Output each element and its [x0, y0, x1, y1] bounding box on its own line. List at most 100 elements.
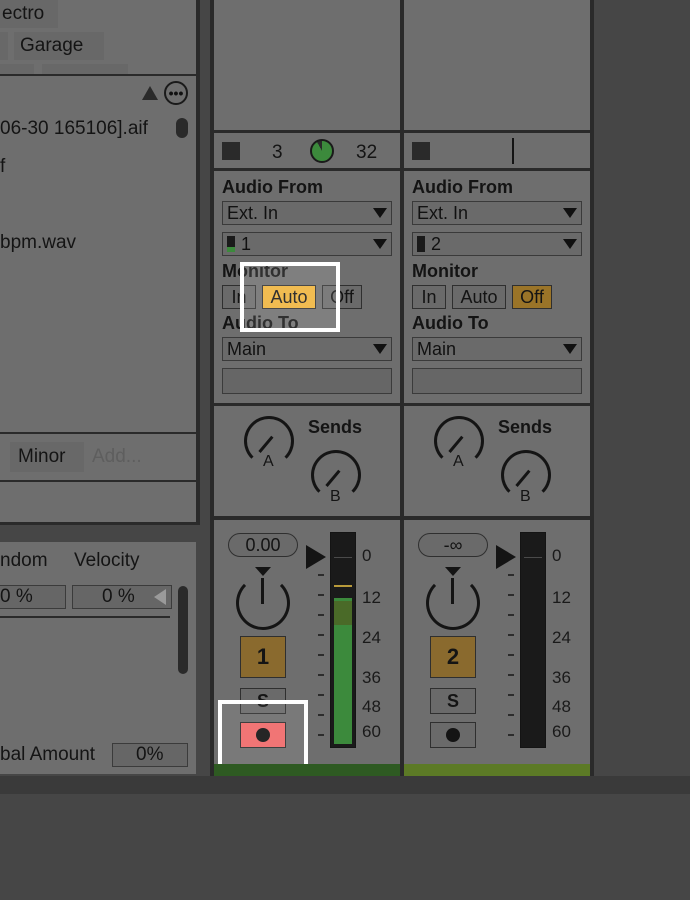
arm-button[interactable] — [430, 722, 476, 748]
meter-tick — [318, 634, 324, 636]
level-meter-line — [334, 557, 352, 558]
tag-row-3 — [0, 64, 34, 74]
send-b-label: B — [520, 488, 531, 505]
clip-count: 32 — [356, 142, 378, 163]
audio-to-value: Main — [417, 338, 457, 359]
track-2-sends-section — [404, 406, 590, 516]
chevron-down-icon — [373, 344, 387, 354]
scrollbar-thumb[interactable] — [178, 586, 188, 674]
file-item[interactable]: bpm.wav — [0, 232, 76, 254]
monitor-in-button[interactable]: In — [412, 285, 446, 309]
meter-tick — [318, 674, 324, 676]
audio-to-dropdown[interactable]: Main — [222, 337, 392, 361]
triangle-up-icon[interactable] — [142, 86, 158, 100]
track-1-clip-area — [214, 0, 400, 130]
audio-from-value: Ext. In — [227, 202, 279, 223]
solo-button[interactable]: S — [430, 688, 476, 714]
empty-area — [0, 794, 690, 900]
chevron-down-icon — [373, 239, 387, 249]
input-channel-dropdown[interactable]: 1 — [222, 232, 392, 256]
meter-tick — [508, 734, 514, 736]
track-1-color-strip[interactable] — [214, 764, 400, 776]
meter-tick — [508, 614, 514, 616]
stop-clip-icon[interactable] — [222, 142, 240, 160]
global-amount-value: 0% — [136, 744, 164, 765]
sends-label: Sends — [308, 417, 363, 437]
chevron-down-icon — [373, 208, 387, 218]
meter-scale-label: 36 — [362, 668, 381, 687]
velocity-value: 0 % — [102, 586, 135, 607]
volume-display[interactable]: 0.00 — [228, 533, 298, 557]
meter-scale-label: 48 — [552, 697, 571, 716]
meter-scale-label: 12 — [362, 588, 381, 607]
audio-to-channel-box[interactable] — [222, 368, 392, 394]
audio-to-label: Audio To — [412, 313, 489, 333]
more-options-icon[interactable]: ••• — [164, 81, 188, 105]
bottom-divider — [0, 776, 690, 794]
col-random-header: ndom — [0, 550, 48, 571]
input-channel-dropdown[interactable]: 2 — [412, 232, 582, 256]
meter-tick — [318, 594, 324, 596]
meter-tick — [318, 694, 324, 696]
midi-panel — [0, 542, 196, 774]
highlight-outline — [240, 262, 340, 332]
meter-tick — [318, 734, 324, 736]
divider — [0, 480, 196, 482]
track-1-sends-section — [214, 406, 400, 516]
global-amount-label: bal Amount — [0, 744, 96, 765]
sends-label: Sends — [498, 417, 553, 437]
file-item[interactable]: f — [0, 156, 5, 178]
send-a-label: A — [263, 453, 274, 470]
pan-indicator-icon — [445, 567, 461, 576]
meter-tick — [318, 654, 324, 656]
meter-scale-label: 60 — [552, 722, 571, 741]
audio-from-dropdown[interactable]: Ext. In — [222, 201, 392, 225]
meter-scale-label: 24 — [362, 628, 381, 647]
meter-scale-label: 48 — [362, 697, 381, 716]
send-a-label: A — [453, 453, 464, 470]
meter-tick — [318, 574, 324, 576]
audio-to-channel-box[interactable] — [412, 368, 582, 394]
file-item[interactable]: 06-30 165106].aif — [0, 118, 148, 140]
track-2-color-strip[interactable] — [404, 764, 590, 776]
panel-right-border — [196, 0, 200, 525]
audio-from-label: Audio From — [412, 177, 513, 197]
monitor-label: Monitor — [412, 261, 478, 281]
browser-tag-row-2 — [0, 32, 8, 60]
track-2-clip-area — [404, 0, 590, 130]
scale-chip-minor[interactable]: Minor — [18, 446, 66, 468]
level-meter-peak — [334, 601, 352, 625]
fader-arrow-icon[interactable] — [496, 545, 516, 569]
tag-garage[interactable]: Garage — [20, 35, 83, 57]
audio-from-value: Ext. In — [417, 202, 469, 223]
input-channel-value: 2 — [431, 233, 442, 254]
audio-to-dropdown[interactable]: Main — [412, 337, 582, 361]
monitor-auto-button[interactable]: Auto — [452, 285, 506, 309]
meter-tick — [508, 634, 514, 636]
stop-clip-icon[interactable] — [412, 142, 430, 160]
col-velocity-header: Velocity — [74, 550, 140, 571]
clip-stop-count: 3 — [272, 142, 283, 163]
track-2-activator-button[interactable]: 2 — [430, 636, 476, 678]
pan-knob-pointer — [261, 578, 264, 604]
meter-scale-label: 24 — [552, 628, 571, 647]
fader-arrow-icon[interactable] — [306, 545, 326, 569]
send-b-label: B — [330, 488, 341, 505]
audio-from-dropdown[interactable]: Ext. In — [412, 201, 582, 225]
meter-tick — [508, 654, 514, 656]
chevron-down-icon — [563, 344, 577, 354]
volume-display[interactable]: -∞ — [418, 533, 488, 557]
triangle-left-icon[interactable] — [154, 589, 166, 605]
tag-electro[interactable]: ectro — [2, 3, 44, 25]
divider — [0, 74, 200, 76]
scrollbar-thumb[interactable] — [176, 118, 188, 138]
meter-tick — [508, 574, 514, 576]
track-1-activator-button[interactable]: 1 — [240, 636, 286, 678]
audio-from-label: Audio From — [222, 177, 323, 197]
pan-indicator-icon — [255, 567, 271, 576]
meter-scale-label: 60 — [362, 722, 381, 741]
clip-divider-line — [512, 138, 514, 164]
monitor-off-button[interactable]: Off — [512, 285, 552, 309]
add-tag-input[interactable]: Add... — [92, 446, 142, 468]
mini-meter-icon — [417, 236, 425, 252]
